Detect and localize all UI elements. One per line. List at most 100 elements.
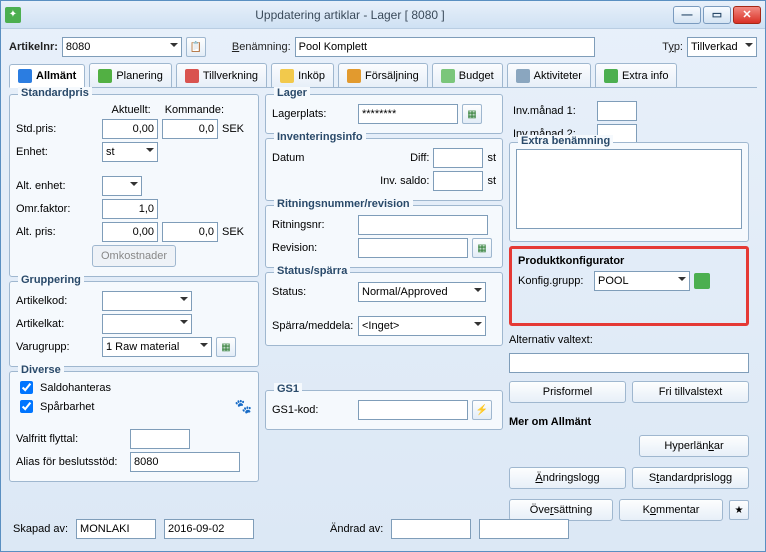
konfig-title: Produktkonfigurator — [518, 255, 740, 267]
group-status: Status/spärra Status:Normal/Approved Spä… — [265, 272, 503, 346]
stdpris-aktuellt-input[interactable] — [102, 119, 158, 139]
spar-checkbox[interactable] — [20, 400, 33, 413]
tab-budget[interactable]: Budget — [432, 63, 503, 87]
tab-aktiviteter-label: Aktiviteter — [534, 70, 582, 82]
omr-label: Omr.faktor: — [16, 203, 98, 215]
invsaldo-label: Inv. saldo: — [380, 175, 429, 187]
tab-allmant[interactable]: Allmänt — [9, 64, 85, 88]
group-inventering: Inventeringsinfo DatumDiff:st Inv. saldo… — [265, 138, 503, 201]
gs1-input[interactable] — [358, 400, 468, 420]
typ-combo[interactable]: Tillverkad — [687, 37, 757, 57]
omr-input[interactable] — [102, 199, 158, 219]
artikelkat-combo[interactable] — [102, 314, 192, 334]
group-extra-benamning: Extra benämning — [509, 142, 749, 242]
varugrupp-label: Varugrupp: — [16, 341, 98, 353]
kommentar-star-icon[interactable]: ★ — [729, 500, 749, 520]
benamning-input[interactable] — [295, 37, 595, 57]
revision-pick-icon[interactable]: ▦ — [472, 238, 492, 258]
status-title: Status/spärra — [274, 265, 350, 277]
alt-enhet-label: Alt. enhet: — [16, 180, 98, 192]
ritningsnr-input[interactable] — [358, 215, 488, 235]
artikelkod-label: Artikelkod: — [16, 295, 98, 307]
kommentar-button[interactable]: Kommentar — [619, 499, 723, 521]
tab-tillverkning[interactable]: Tillverkning — [176, 63, 267, 87]
copy-icon[interactable]: 📋 — [186, 37, 206, 57]
tab-allmant-label: Allmänt — [36, 70, 76, 82]
ritning-title: Ritningsnummer/revision — [274, 198, 413, 210]
skapad-label: Skapad av: — [13, 523, 68, 535]
group-gruppering: Gruppering Artikelkod: Artikelkat: Varug… — [9, 281, 259, 367]
stdpris-kommande-input[interactable] — [162, 119, 218, 139]
standardpris-title: Standardpris — [18, 87, 92, 99]
extra-ben-title: Extra benämning — [518, 135, 613, 147]
saldo-label: Saldohanteras — [40, 382, 111, 394]
skapad-user — [76, 519, 156, 539]
tab-extra[interactable]: Extra info — [595, 63, 677, 87]
altpris-kommande-input[interactable] — [162, 222, 218, 242]
extra-ben-text[interactable] — [516, 149, 742, 229]
andrad-label: Ändrad av: — [330, 523, 383, 535]
typ-value: Tillverkad — [691, 41, 738, 53]
artikelkod-combo[interactable] — [102, 291, 192, 311]
window-title: Uppdatering artiklar - Lager [ 8080 ] — [27, 8, 673, 22]
andrad-user — [391, 519, 471, 539]
sparra-combo[interactable]: <Inget> — [358, 316, 486, 336]
inventering-title: Inventeringsinfo — [274, 131, 366, 143]
invsaldo-input[interactable] — [433, 171, 483, 191]
altval-input[interactable] — [509, 353, 749, 373]
valfritt-label: Valfritt flyttal: — [16, 433, 126, 445]
lagerplats-input[interactable] — [358, 104, 458, 124]
alias-label: Alias för beslutsstöd: — [16, 456, 126, 468]
prisformel-button[interactable]: Prisformel — [509, 381, 626, 403]
konfig-icon[interactable] — [694, 273, 710, 289]
alias-input[interactable] — [130, 452, 240, 472]
group-lager: Lager Lagerplats:▦ — [265, 94, 503, 134]
altval-label: Alternativ valtext: — [509, 334, 593, 346]
group-diverse: Diverse Saldohanteras Spårbarhet🐾 Valfri… — [9, 371, 259, 482]
group-ritning: Ritningsnummer/revision Ritningsnr: Revi… — [265, 205, 503, 268]
oversatt-button[interactable]: Översättning — [509, 499, 613, 521]
tab-tillverkning-label: Tillverkning — [203, 70, 258, 82]
altpris-aktuellt-input[interactable] — [102, 222, 158, 242]
invman1-input[interactable] — [597, 101, 637, 121]
sparra-value: <Inget> — [362, 320, 399, 332]
kommande-label: Kommande: — [165, 104, 224, 116]
close-button[interactable]: ✕ — [733, 6, 761, 24]
stdlogg-button[interactable]: Standardprislogg — [632, 467, 749, 489]
invman1-label: Inv.månad 1: — [513, 105, 593, 117]
diff-label: Diff: — [410, 152, 429, 164]
revision-input[interactable] — [358, 238, 468, 258]
valfritt-input[interactable] — [130, 429, 190, 449]
tab-planering[interactable]: Planering — [89, 63, 171, 87]
hyper-button[interactable]: Hyperlänkar — [639, 435, 749, 457]
artikelnr-combo[interactable]: 8080 — [62, 37, 182, 57]
alt-enhet-combo[interactable] — [102, 176, 142, 196]
artikelkat-label: Artikelkat: — [16, 318, 98, 330]
sek-label-1: SEK — [222, 123, 244, 135]
sek-label-2: SEK — [222, 226, 244, 238]
aktuellt-label: Aktuellt: — [112, 104, 151, 116]
status-combo[interactable]: Normal/Approved — [358, 282, 486, 302]
tab-inkop[interactable]: Inköp — [271, 63, 334, 87]
maximize-button[interactable]: ▭ — [703, 6, 731, 24]
lagerplats-pick-icon[interactable]: ▦ — [462, 104, 482, 124]
paw-icon[interactable]: 🐾 — [235, 398, 252, 415]
diff-input[interactable] — [433, 148, 483, 168]
enhet-combo[interactable]: st — [102, 142, 158, 162]
fritillval-button[interactable]: Fri tillvalstext — [632, 381, 749, 403]
gs1-gen-icon[interactable]: ⚡ — [472, 400, 492, 420]
minimize-button[interactable]: — — [673, 6, 701, 24]
varugrupp-combo[interactable]: 1 Raw material — [102, 337, 212, 357]
varugrupp-add-icon[interactable]: ▦ — [216, 337, 236, 357]
andring-button[interactable]: Ändringslogg — [509, 467, 626, 489]
konfig-grupp-combo[interactable]: POOL — [594, 271, 690, 291]
titlebar: ✦ Uppdatering artiklar - Lager [ 8080 ] … — [1, 1, 765, 29]
sparra-label: Spärra/meddela: — [272, 320, 354, 332]
tab-forsaljning[interactable]: Försäljning — [338, 63, 428, 87]
tab-aktiviteter[interactable]: Aktiviteter — [507, 63, 591, 87]
tab-extra-label: Extra info — [622, 70, 668, 82]
saldo-checkbox[interactable] — [20, 381, 33, 394]
lager-title: Lager — [274, 87, 310, 99]
status-label: Status: — [272, 286, 354, 298]
omkostnader-button[interactable]: Omkostnader — [92, 245, 176, 267]
